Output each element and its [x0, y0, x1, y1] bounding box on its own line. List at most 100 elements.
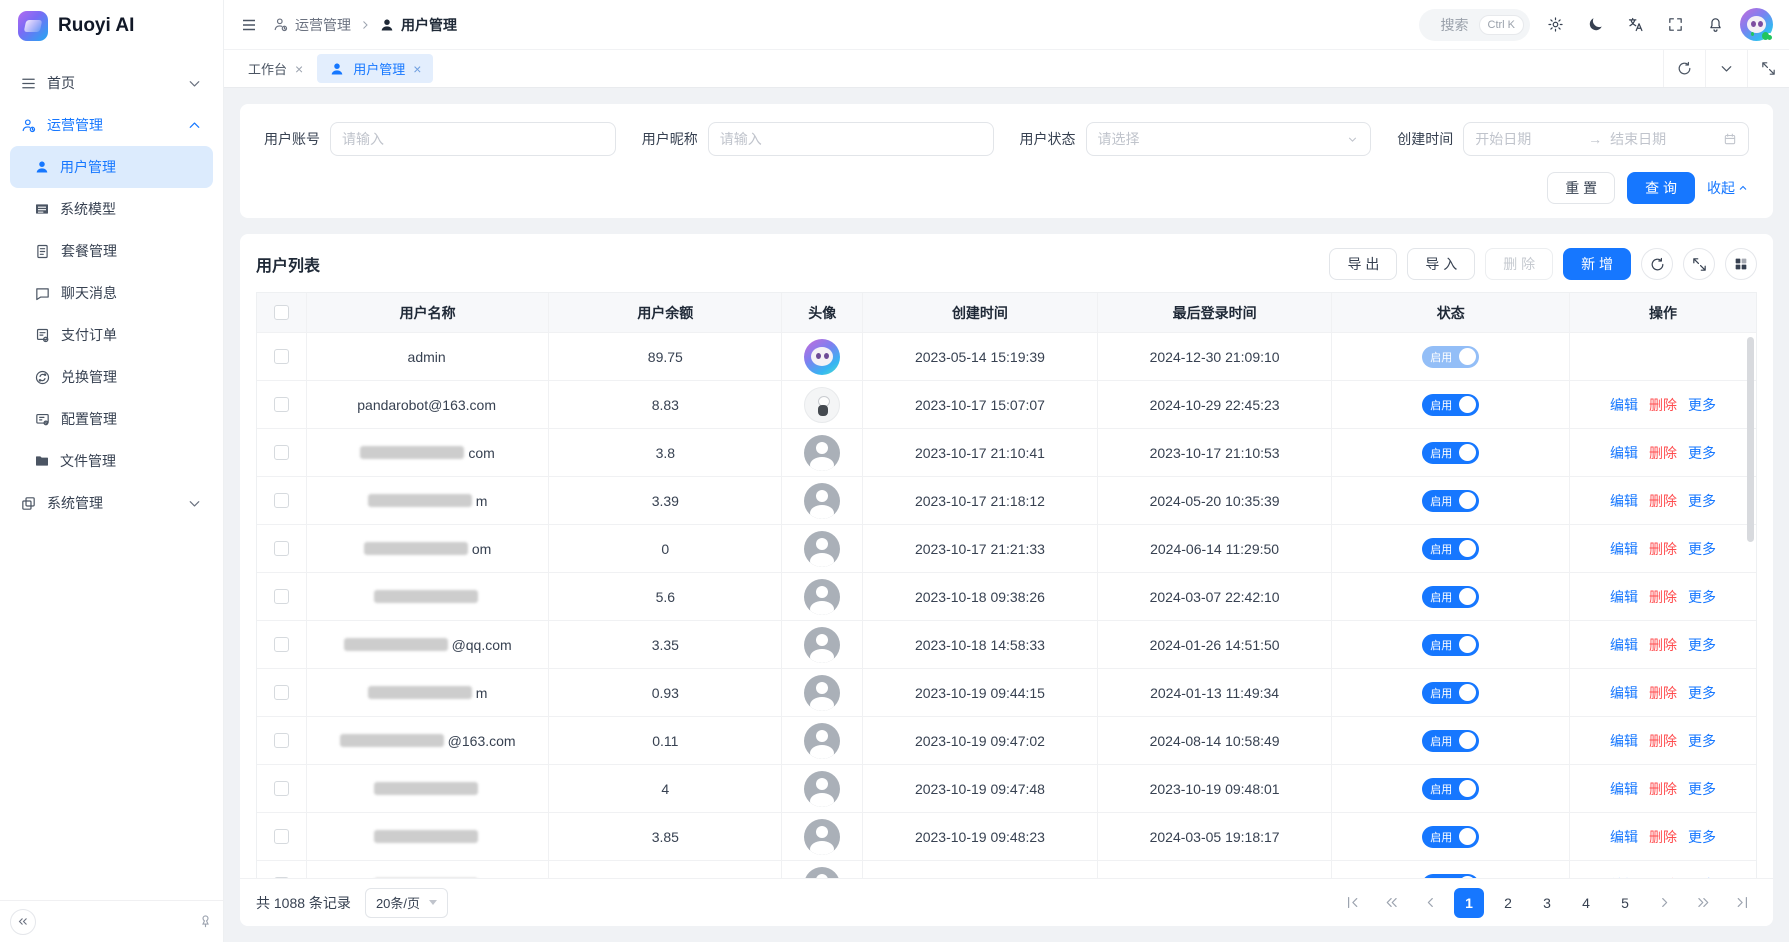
edit-link[interactable]: 编辑 — [1610, 587, 1638, 607]
page-4-button[interactable]: 4 — [1571, 888, 1601, 918]
edit-link[interactable]: 编辑 — [1610, 827, 1638, 847]
sidebar-item-package-management[interactable]: 套餐管理 — [10, 230, 213, 272]
row-checkbox[interactable] — [274, 877, 289, 878]
edit-link[interactable]: 编辑 — [1610, 779, 1638, 799]
close-icon[interactable]: × — [413, 62, 421, 76]
export-button[interactable]: 导 出 — [1329, 248, 1397, 280]
row-checkbox[interactable] — [274, 349, 289, 364]
more-link[interactable]: 更多 — [1688, 635, 1716, 655]
edit-link[interactable]: 编辑 — [1610, 731, 1638, 751]
status-select[interactable]: 请选择 — [1086, 122, 1372, 156]
sidebar-item-home[interactable]: 首页 — [10, 62, 213, 104]
more-link[interactable]: 更多 — [1688, 491, 1716, 511]
prev-page-button[interactable] — [1415, 888, 1445, 918]
breadcrumb-item[interactable]: 用户管理 — [379, 15, 457, 35]
more-link[interactable]: 更多 — [1688, 731, 1716, 751]
edit-link[interactable]: 编辑 — [1610, 539, 1638, 559]
sidebar-item-system-management[interactable]: 系统管理 — [10, 482, 213, 524]
pin-icon[interactable] — [198, 914, 213, 929]
import-button[interactable]: 导 入 — [1407, 248, 1475, 280]
delete-link[interactable]: 删除 — [1649, 491, 1677, 511]
date-range-picker[interactable]: 开始日期 → 结束日期 — [1463, 122, 1749, 156]
add-button[interactable]: 新 增 — [1563, 248, 1631, 280]
delete-link[interactable]: 删除 — [1649, 443, 1677, 463]
delete-link[interactable]: 删除 — [1649, 539, 1677, 559]
vertical-scrollbar[interactable] — [1747, 337, 1754, 542]
status-toggle[interactable]: 启用 — [1422, 634, 1479, 656]
tab-tool-refresh[interactable] — [1663, 50, 1705, 87]
reset-button[interactable]: 重 置 — [1547, 172, 1615, 204]
sidebar-item-config-management[interactable]: 配置管理 — [10, 398, 213, 440]
query-button[interactable]: 查 询 — [1627, 172, 1695, 204]
settings-button[interactable] — [1538, 8, 1572, 42]
prev-5-pages-button[interactable] — [1376, 888, 1406, 918]
tab-workbench[interactable]: 工作台× — [236, 54, 315, 83]
more-link[interactable]: 更多 — [1688, 779, 1716, 799]
status-toggle[interactable]: 启用 — [1422, 442, 1479, 464]
user-avatar[interactable] — [1740, 8, 1773, 41]
more-link[interactable]: 更多 — [1688, 587, 1716, 607]
table-tool-column-settings-button[interactable] — [1725, 248, 1757, 280]
notifications-button[interactable] — [1698, 8, 1732, 42]
next-page-button[interactable] — [1649, 888, 1679, 918]
last-page-button[interactable] — [1727, 888, 1757, 918]
page-2-button[interactable]: 2 — [1493, 888, 1523, 918]
edit-link[interactable]: 编辑 — [1610, 635, 1638, 655]
status-toggle[interactable]: 启用 — [1422, 682, 1479, 704]
edit-link[interactable]: 编辑 — [1610, 875, 1638, 879]
next-5-pages-button[interactable] — [1688, 888, 1718, 918]
row-checkbox[interactable] — [274, 829, 289, 844]
page-5-button[interactable]: 5 — [1610, 888, 1640, 918]
page-1-button[interactable]: 1 — [1454, 888, 1484, 918]
delete-link[interactable]: 删除 — [1649, 683, 1677, 703]
sidebar-item-redeem-management[interactable]: 兑换管理 — [10, 356, 213, 398]
row-checkbox[interactable] — [274, 541, 289, 556]
tab-tool-tab-list[interactable] — [1705, 50, 1747, 87]
row-checkbox[interactable] — [274, 445, 289, 460]
status-toggle[interactable]: 启用 — [1422, 586, 1479, 608]
delete-link[interactable]: 删除 — [1649, 827, 1677, 847]
tab-user-management[interactable]: 用户管理× — [317, 54, 433, 83]
status-toggle[interactable]: 启用 — [1422, 874, 1479, 879]
select-all-checkbox[interactable] — [274, 305, 289, 320]
tab-tool-content-fullscreen[interactable] — [1747, 50, 1789, 87]
status-toggle[interactable]: 启用 — [1422, 826, 1479, 848]
fullscreen-button[interactable] — [1658, 8, 1692, 42]
edit-link[interactable]: 编辑 — [1610, 443, 1638, 463]
more-link[interactable]: 更多 — [1688, 875, 1716, 879]
row-checkbox[interactable] — [274, 781, 289, 796]
status-toggle[interactable]: 启用 — [1422, 346, 1479, 368]
edit-link[interactable]: 编辑 — [1610, 491, 1638, 511]
sidebar-collapse-button[interactable] — [10, 909, 36, 935]
edit-link[interactable]: 编辑 — [1610, 683, 1638, 703]
page-3-button[interactable]: 3 — [1532, 888, 1562, 918]
sidebar-item-chat-messages[interactable]: 聊天消息 — [10, 272, 213, 314]
page-size-select[interactable]: 20条/页 — [365, 888, 448, 918]
status-toggle[interactable]: 启用 — [1422, 394, 1479, 416]
hamburger-menu-icon[interactable] — [240, 16, 258, 34]
theme-button[interactable] — [1578, 8, 1612, 42]
delete-link[interactable]: 删除 — [1649, 731, 1677, 751]
sidebar-item-file-management[interactable]: 文件管理 — [10, 440, 213, 482]
global-search-input[interactable]: 搜索 Ctrl K — [1419, 9, 1531, 41]
close-icon[interactable]: × — [295, 62, 303, 76]
first-page-button[interactable] — [1337, 888, 1367, 918]
sidebar-item-payment-orders[interactable]: 支付订单 — [10, 314, 213, 356]
row-checkbox[interactable] — [274, 637, 289, 652]
status-toggle[interactable]: 启用 — [1422, 538, 1479, 560]
collapse-filters-link[interactable]: 收起 — [1707, 178, 1749, 198]
account-input[interactable]: 请输入 — [330, 122, 616, 156]
delete-link[interactable]: 删除 — [1649, 395, 1677, 415]
more-link[interactable]: 更多 — [1688, 443, 1716, 463]
status-toggle[interactable]: 启用 — [1422, 730, 1479, 752]
sidebar-item-system-model[interactable]: 系统模型 — [10, 188, 213, 230]
status-toggle[interactable]: 启用 — [1422, 490, 1479, 512]
row-checkbox[interactable] — [274, 685, 289, 700]
table-tool-refresh-button[interactable] — [1641, 248, 1673, 280]
row-checkbox[interactable] — [274, 397, 289, 412]
delete-link[interactable]: 删除 — [1649, 875, 1677, 879]
status-toggle[interactable]: 启用 — [1422, 778, 1479, 800]
delete-link[interactable]: 删除 — [1649, 635, 1677, 655]
more-link[interactable]: 更多 — [1688, 683, 1716, 703]
edit-link[interactable]: 编辑 — [1610, 395, 1638, 415]
